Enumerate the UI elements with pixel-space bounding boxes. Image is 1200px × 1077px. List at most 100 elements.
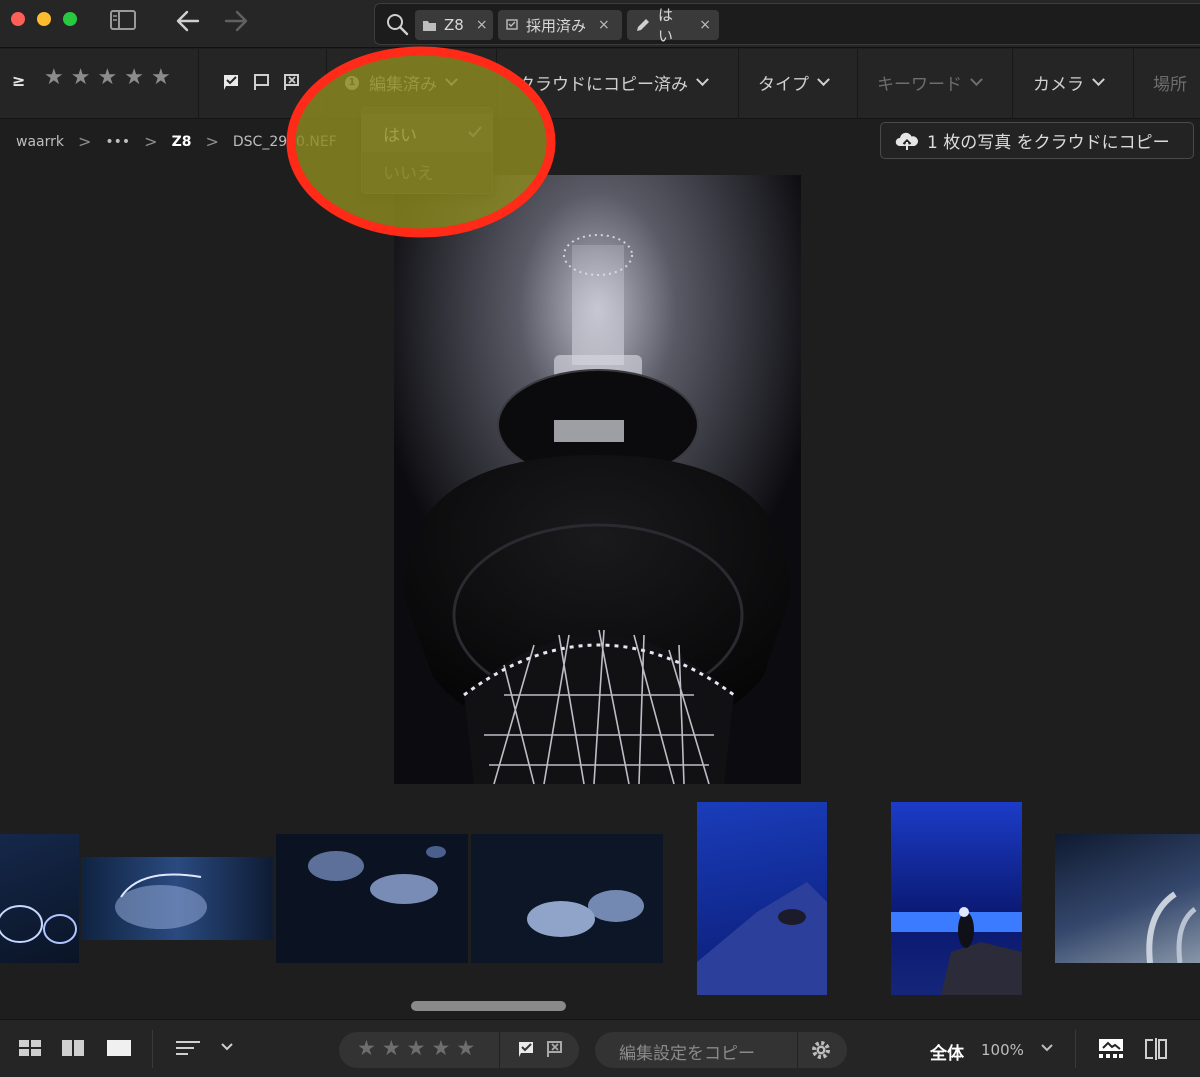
type-filter-button[interactable]: タイプ	[758, 70, 830, 95]
flag-unflagged-icon[interactable]	[252, 73, 270, 91]
sort-icon[interactable]	[174, 1038, 202, 1058]
forward-arrow-icon[interactable]	[222, 8, 250, 34]
place-filter-button[interactable]: 場所	[1153, 70, 1187, 95]
search-chip-folder[interactable]: Z8 ×	[415, 10, 493, 40]
main-photo[interactable]	[394, 175, 801, 784]
keyword-filter-label: キーワード	[877, 75, 962, 95]
edited-filter-button[interactable]: 1 編集済み	[345, 70, 458, 95]
filter-bar: ≥ ★ ★ ★ ★ ★ 1 編集済み クラウドにコピー済み タイプ キーワード …	[0, 49, 1200, 119]
star-icon[interactable]: ★	[382, 1038, 401, 1059]
divider	[496, 49, 497, 119]
checkmark-icon	[468, 126, 482, 138]
bottom-toolbar: ★ ★ ★ ★ ★ 編集設定をコピー 全体 100%	[0, 1019, 1200, 1077]
flag-picked-icon[interactable]	[517, 1040, 535, 1058]
grid-view-icon[interactable]	[18, 1038, 42, 1058]
breadcrumb-file: DSC_2900.NEF	[232, 133, 337, 150]
copy-to-cloud-button[interactable]: 1 枚の写真 をクラウドにコピー	[880, 122, 1194, 159]
title-bar: Z8 × 採用済み × はい ×	[0, 0, 1200, 48]
compare-view-icon[interactable]	[1144, 1038, 1168, 1060]
copy-edit-settings-button[interactable]: 編集設定をコピー	[619, 1039, 755, 1064]
square-grid-view-icon[interactable]	[61, 1038, 85, 1058]
search-bar[interactable]: Z8 × 採用済み × はい ×	[374, 3, 1200, 45]
filmstrip-thumbnail[interactable]	[0, 834, 79, 963]
star-icon[interactable]: ★	[151, 67, 171, 89]
star-icon[interactable]: ★	[71, 67, 91, 89]
back-arrow-icon[interactable]	[174, 8, 202, 34]
chevron-right-icon: >	[144, 132, 158, 151]
flag-picked-icon[interactable]	[222, 73, 240, 91]
filmstrip	[0, 800, 1200, 1000]
chevron-down-icon[interactable]	[1040, 1043, 1054, 1053]
filmstrip-thumbnail[interactable]	[276, 834, 468, 963]
dropdown-option-label: はい	[383, 125, 417, 146]
flag-filter-group	[222, 73, 300, 91]
rating-flag-pill: ★ ★ ★ ★ ★	[339, 1032, 579, 1068]
keyword-filter-button[interactable]: キーワード	[877, 70, 983, 95]
divider	[857, 49, 858, 119]
copy-to-cloud-label: 1 枚の写真 をクラウドにコピー	[927, 133, 1170, 153]
detail-view-icon[interactable]	[106, 1038, 132, 1058]
chip-close-icon[interactable]: ×	[598, 17, 610, 33]
cloud-filter-label: クラウドにコピー済み	[518, 75, 688, 95]
breadcrumb-ellipsis[interactable]: •••	[105, 134, 130, 150]
window-minimize-button[interactable]	[37, 12, 51, 26]
flag-rejected-icon[interactable]	[282, 73, 300, 91]
rating-filter-stars[interactable]: ★ ★ ★ ★ ★	[44, 67, 171, 89]
star-icon[interactable]: ★	[456, 1038, 475, 1059]
filmstrip-thumbnail[interactable]	[81, 857, 273, 940]
chevron-down-icon	[696, 73, 709, 87]
filmstrip-scrollbar-track	[0, 1000, 1200, 1014]
tower-photo-image	[394, 175, 801, 784]
filmstrip-scrollbar[interactable]	[411, 1001, 566, 1011]
search-icon[interactable]	[385, 12, 409, 36]
star-icon[interactable]: ★	[44, 67, 64, 89]
chip-label: 採用済み	[526, 16, 587, 35]
zoom-level[interactable]: 100%	[981, 1041, 1024, 1059]
chevron-down-icon[interactable]	[220, 1042, 234, 1052]
star-icon[interactable]: ★	[431, 1038, 450, 1059]
aquarium-rock-photo-image	[697, 882, 827, 995]
star-icon[interactable]: ★	[97, 67, 117, 89]
flag-rejected-icon[interactable]	[545, 1040, 563, 1058]
search-chip-edited[interactable]: はい ×	[627, 6, 719, 45]
search-chip-picked[interactable]: 採用済み ×	[498, 10, 622, 40]
type-filter-label: タイプ	[758, 75, 809, 95]
star-icon[interactable]: ★	[407, 1038, 426, 1059]
sidebar-toggle-icon[interactable]	[110, 10, 136, 30]
divider	[1012, 49, 1013, 119]
divider	[499, 1032, 500, 1068]
window-maximize-button[interactable]	[63, 12, 77, 26]
star-icon[interactable]: ★	[357, 1038, 376, 1059]
copy-edit-settings-pill: 編集設定をコピー	[595, 1032, 847, 1068]
dropdown-option-no[interactable]: いいえ	[362, 152, 492, 190]
zoom-fit-button[interactable]: 全体	[930, 1039, 964, 1064]
chip-close-icon[interactable]: ×	[699, 17, 711, 33]
place-filter-label: 場所	[1153, 75, 1187, 95]
filmstrip-thumbnail[interactable]	[1055, 834, 1200, 963]
breadcrumb-folder[interactable]: Z8	[172, 134, 192, 150]
chip-close-icon[interactable]: ×	[476, 17, 488, 33]
divider	[198, 49, 199, 119]
breadcrumb-root[interactable]: waarrk	[16, 134, 64, 150]
rating-stars[interactable]: ★ ★ ★ ★ ★	[357, 1038, 475, 1059]
divider	[152, 1030, 153, 1068]
garden-eel-photo-image	[1146, 891, 1197, 963]
divider	[738, 49, 739, 119]
chevron-down-icon	[970, 73, 983, 87]
chevron-down-icon	[445, 73, 458, 87]
cloud-copied-filter-button[interactable]: クラウドにコピー済み	[518, 70, 709, 95]
dropdown-option-label: いいえ	[383, 163, 434, 184]
jellyfish-photo-image	[0, 905, 77, 944]
dropdown-option-yes[interactable]: はい	[362, 114, 492, 152]
camera-filter-button[interactable]: カメラ	[1033, 70, 1105, 95]
filmstrip-thumbnail[interactable]	[891, 802, 1022, 995]
filmstrip-thumbnail[interactable]	[697, 802, 827, 995]
star-icon[interactable]: ★	[124, 67, 144, 89]
edited-filter-label: 編集済み	[369, 75, 437, 95]
filmstrip-thumbnail[interactable]	[471, 834, 663, 963]
filmstrip-toggle-icon[interactable]	[1098, 1038, 1124, 1060]
jellyfish-photo-image	[527, 890, 644, 937]
window-close-button[interactable]	[11, 12, 25, 26]
rating-comparator[interactable]: ≥	[12, 71, 25, 90]
gear-icon[interactable]	[810, 1039, 832, 1061]
